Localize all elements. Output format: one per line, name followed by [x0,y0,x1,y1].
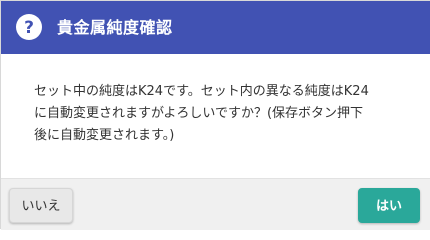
yes-button[interactable]: はい [358,188,420,223]
dialog-title: 貴金属純度確認 [57,18,173,37]
dialog-body: セット中の純度はK24です。セット内の異なる純度はK24 に自動変更されますがよ… [1,54,430,178]
dialog-footer: いいえ はい [1,178,430,230]
dialog-message: セット中の純度はK24です。セット内の異なる純度はK24 に自動変更されますがよ… [34,81,419,147]
question-circle-icon: ? [15,13,43,41]
message-line: セット中の純度はK24です。セット内の異なる純度はK24 [34,84,369,99]
message-line: 後に自動変更されます。) [34,128,175,143]
svg-text:?: ? [24,18,34,38]
confirm-dialog: ? 貴金属純度確認 セット中の純度はK24です。セット内の異なる純度はK24 に… [0,0,430,230]
message-line: に自動変更されますがよろしいですか？(保存ボタン押下 [34,106,364,121]
dialog-header: ? 貴金属純度確認 [1,1,430,54]
no-button[interactable]: いいえ [9,188,73,223]
